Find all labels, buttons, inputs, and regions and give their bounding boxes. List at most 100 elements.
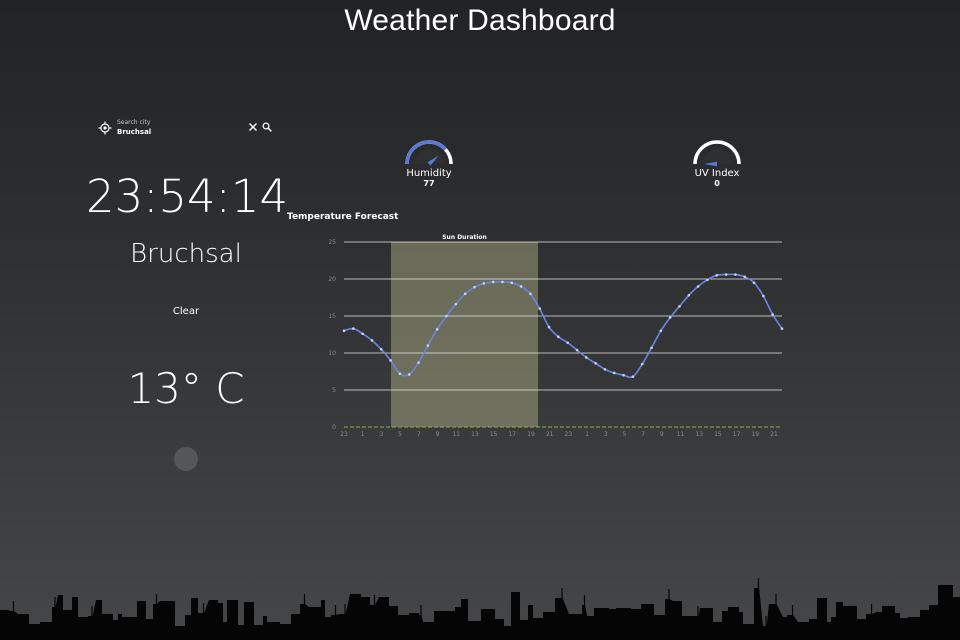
city-search-box[interactable]: Search city	[96, 116, 276, 140]
temperature-data-point	[407, 373, 411, 376]
x-tick-label: 17	[733, 431, 741, 438]
temperature-data-point	[417, 361, 420, 364]
x-tick-label: 9	[436, 431, 440, 438]
my-location-icon[interactable]	[98, 121, 112, 135]
y-tick-label: 0	[332, 424, 336, 431]
temperature-data-point	[650, 346, 653, 350]
current-temperature: 13° C	[127, 364, 245, 413]
x-tick-label: 15	[490, 431, 498, 438]
x-tick-label: 7	[417, 431, 421, 438]
search-icon[interactable]	[262, 122, 272, 132]
uv-index-value: 0	[714, 179, 720, 188]
x-tick-label: 19	[527, 431, 535, 438]
x-tick-label: 17	[508, 431, 516, 438]
x-tick-label: 3	[604, 431, 608, 438]
temperature-data-point	[379, 348, 383, 351]
weather-condition: Clear	[172, 306, 200, 317]
sun-duration-band	[391, 242, 538, 427]
temperature-data-point	[473, 285, 476, 289]
temperature-data-point	[687, 293, 691, 297]
temperature-data-point	[668, 316, 672, 319]
temperature-data-point	[622, 373, 625, 377]
x-tick-label: 7	[641, 431, 645, 438]
x-tick-label: 11	[452, 431, 460, 438]
city-search-input[interactable]	[116, 126, 238, 138]
temperature-data-point	[584, 356, 588, 359]
humidity-gauge: Humidity 77	[399, 134, 459, 194]
temperature-data-point	[734, 273, 737, 276]
temperature-data-point	[762, 294, 765, 298]
temperature-data-point	[612, 371, 616, 375]
temperature-data-point	[603, 367, 607, 371]
chart-title: Temperature Forecast	[287, 212, 399, 222]
temperature-forecast-chart: Sun Duration051015202523 1 3 5 7 9 11 13 15 17 19 2…	[328, 234, 784, 438]
temperature-data-point	[575, 348, 579, 352]
temperature-data-point	[566, 341, 569, 344]
temperature-data-point	[696, 285, 700, 288]
skyline-buildings	[0, 578, 960, 640]
temperature-data-point	[557, 335, 560, 339]
x-tick-label: 23	[565, 431, 573, 438]
humidity-value: 77	[423, 179, 435, 188]
y-tick-label: 25	[328, 239, 336, 246]
uv-index-label: UV Index	[694, 168, 740, 179]
temperature-data-point	[435, 328, 439, 331]
page-title: Weather Dashboard	[344, 4, 616, 37]
x-tick-label: 9	[660, 431, 664, 438]
temperature-data-point	[640, 362, 644, 366]
x-tick-label: 19	[751, 431, 759, 438]
x-tick-label: 3	[379, 431, 383, 438]
x-tick-label: 21	[546, 431, 554, 438]
temperature-data-point	[352, 327, 355, 330]
clear-icon[interactable]	[248, 122, 258, 132]
temperature-data-point	[463, 292, 467, 296]
humidity-label: Humidity	[406, 168, 452, 179]
temperature-data-point	[426, 344, 430, 347]
temperature-data-point	[361, 332, 364, 336]
uv-index-gauge: UV Index 0	[687, 134, 747, 194]
temperature-data-point	[780, 327, 784, 330]
temperature-data-point	[752, 281, 756, 284]
temperature-data-point	[482, 282, 486, 285]
temperature-data-point	[529, 292, 532, 296]
x-tick-label: 5	[398, 431, 402, 438]
temperature-data-point	[389, 359, 392, 362]
search-label: Search city	[117, 119, 151, 126]
x-tick-label: 11	[677, 431, 685, 438]
temperature-data-point	[743, 275, 747, 279]
x-tick-label: 5	[623, 431, 627, 438]
temperature-data-point	[594, 362, 597, 365]
temperature-data-point	[370, 339, 374, 342]
y-tick-label: 15	[328, 313, 336, 320]
x-tick-label: 23	[340, 431, 348, 438]
temperature-data-point	[501, 280, 504, 284]
x-tick-label: 21	[770, 431, 778, 438]
temperature-data-point	[715, 274, 719, 277]
x-tick-label: 13	[471, 431, 479, 438]
y-tick-label: 20	[328, 276, 336, 283]
current-time: 23:54:14	[86, 170, 289, 223]
temperature-data-point	[547, 325, 551, 329]
temperature-data-point	[454, 302, 458, 306]
temperature-data-point	[631, 375, 635, 378]
x-tick-label: 1	[361, 431, 365, 438]
y-tick-label: 10	[328, 350, 336, 357]
temperature-data-point	[342, 329, 346, 333]
temperature-data-point	[445, 314, 448, 318]
temperature-data-point	[491, 280, 495, 284]
humidity-gauge-dial	[405, 140, 453, 166]
city-skyline-silhouette	[0, 578, 960, 640]
temperature-data-point	[538, 307, 542, 310]
temperature-data-point	[398, 372, 402, 376]
temperature-data-point	[659, 329, 663, 333]
x-tick-label: 13	[695, 431, 703, 438]
temperature-data-point	[724, 273, 728, 276]
x-tick-label: 15	[714, 431, 722, 438]
weather-condition-icon	[174, 447, 198, 471]
temperature-data-point	[678, 305, 681, 308]
uv-gauge-dial	[693, 140, 741, 167]
temperature-data-point	[510, 281, 514, 284]
temperature-data-point	[771, 313, 774, 316]
y-tick-label: 5	[332, 387, 336, 394]
x-tick-label: 1	[585, 431, 589, 438]
